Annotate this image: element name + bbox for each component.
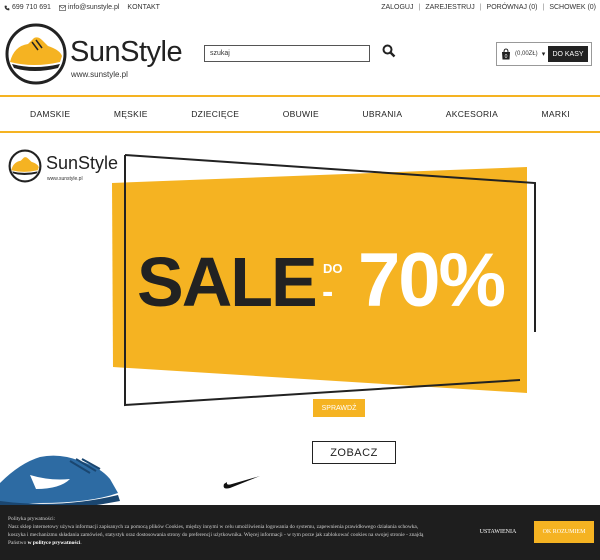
separator: | xyxy=(542,4,545,11)
cart-amount: (0,00ZŁ) xyxy=(515,51,538,57)
logo-text: SunStyle xyxy=(70,36,183,68)
cookie-settings-button[interactable]: USTAWIENIA xyxy=(470,523,526,541)
sale-banner[interactable]: SunStyle www.sunstyle.pl SALE DO - 70% S… xyxy=(0,135,600,507)
chevron-down-icon[interactable]: ▾ xyxy=(542,50,546,58)
cart-widget[interactable]: 0 (0,00ZŁ) ▾ DO KASY xyxy=(496,42,592,66)
cookie-accept-button[interactable]: OK ROZUMIEM xyxy=(534,521,594,543)
see-button[interactable]: ZOBACZ xyxy=(312,441,396,464)
search-input[interactable]: szukaj xyxy=(204,45,370,62)
banner-logo-url: www.sunstyle.pl xyxy=(47,176,83,182)
nav-item-meskie[interactable]: MĘSKIE xyxy=(114,109,148,119)
header: SunStyle www.sunstyle.pl szukaj 0 (0,00Z… xyxy=(0,16,600,94)
login-link[interactable]: ZALOGUJ xyxy=(381,4,413,11)
sale-percent: 70% xyxy=(358,238,506,323)
nav-item-obuwie[interactable]: OBUWIE xyxy=(283,109,319,119)
banner-logo: SunStyle www.sunstyle.pl xyxy=(8,149,118,187)
phone-icon xyxy=(4,5,10,10)
check-button[interactable]: SPRAWDŹ xyxy=(313,399,365,417)
nike-swoosh-icon xyxy=(223,476,260,489)
nav-item-akcesoria[interactable]: AKCESORIA xyxy=(446,109,498,119)
nav-item-damskie[interactable]: DAMSKIE xyxy=(30,109,70,119)
email-link[interactable]: info@sunstyle.pl xyxy=(58,4,120,11)
phone-link[interactable]: 699 710 691 xyxy=(4,4,51,11)
cart-count: 0 xyxy=(505,54,508,60)
mail-icon xyxy=(58,4,66,11)
bag-icon: 0 xyxy=(502,48,510,60)
checkout-button[interactable]: DO KASY xyxy=(548,46,588,62)
main-nav: DAMSKIE MĘSKIE DZIECIĘCE OBUWIE UBRANIA … xyxy=(0,95,600,133)
wishlist-link[interactable]: SCHOWEK (0) xyxy=(549,4,596,11)
register-link[interactable]: ZAREJESTRUJ xyxy=(425,4,474,11)
top-bar-contact: 699 710 691 info@sunstyle.pl KONTAKT xyxy=(4,4,160,11)
top-bar-account: ZALOGUJ | ZAREJESTRUJ | PORÓWNAJ (0) | S… xyxy=(381,4,596,11)
nav-item-marki[interactable]: MARKI xyxy=(542,109,570,119)
contact-link[interactable]: KONTAKT xyxy=(127,4,160,11)
shoe-logo-icon xyxy=(8,149,42,183)
privacy-policy-link[interactable]: w polityce prywatności xyxy=(28,540,81,546)
compare-link[interactable]: PORÓWNAJ (0) xyxy=(487,4,538,11)
search-button[interactable] xyxy=(382,44,398,62)
shoe-logo-icon xyxy=(5,23,67,85)
sale-heading: SALE xyxy=(137,243,318,321)
logo-url: www.sunstyle.pl xyxy=(71,70,128,79)
separator: | xyxy=(418,4,421,11)
nav-item-ubrania[interactable]: UBRANIA xyxy=(362,109,402,119)
separator: | xyxy=(479,4,482,11)
banner-logo-text: SunStyle xyxy=(46,153,119,173)
search-icon xyxy=(382,44,396,58)
sale-dash: - xyxy=(322,273,334,311)
phone-number: 699 710 691 xyxy=(12,4,51,11)
cookie-text: Polityka prywatności: Nasz sklep interne… xyxy=(8,516,424,546)
site-logo[interactable]: SunStyle www.sunstyle.pl xyxy=(4,22,184,92)
cookie-title: Polityka prywatności: xyxy=(8,516,56,522)
top-bar: 699 710 691 info@sunstyle.pl KONTAKT ZAL… xyxy=(0,0,600,16)
sneaker-image xyxy=(0,455,120,507)
nav-item-dzieciece[interactable]: DZIECIĘCE xyxy=(191,109,239,119)
email-address: info@sunstyle.pl xyxy=(67,4,120,11)
cookie-bar: Polityka prywatności: Nasz sklep interne… xyxy=(0,505,600,560)
